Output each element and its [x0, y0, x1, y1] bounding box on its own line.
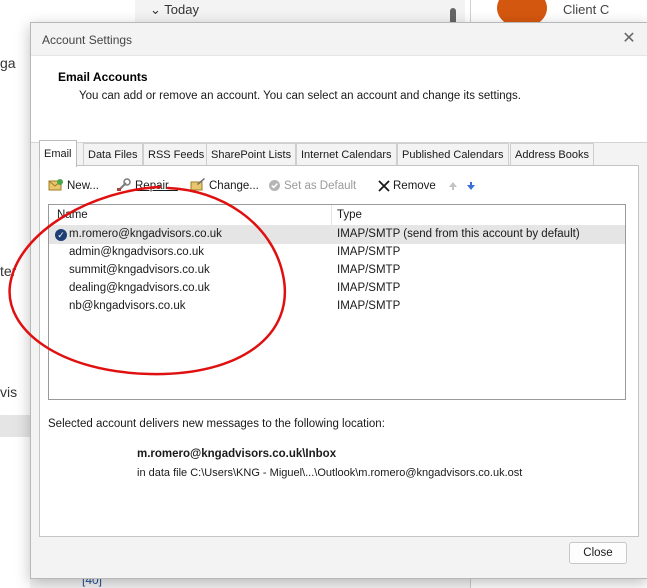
column-header-type[interactable]: Type	[337, 209, 362, 221]
column-header-name[interactable]: Name	[57, 209, 88, 221]
delivery-location-label: Selected account delivers new messages t…	[48, 418, 385, 430]
email-tab-panel: New... Repair... Change... Set as Defaul…	[39, 165, 639, 537]
account-name: dealing@kngadvisors.co.uk	[69, 282, 210, 294]
tab-strip: Email Data Files RSS Feeds SharePoint Li…	[39, 140, 639, 167]
repair-icon	[116, 178, 132, 198]
section-heading: Email Accounts	[58, 70, 148, 84]
tab-data-files[interactable]: Data Files	[83, 143, 143, 166]
account-type: IMAP/SMTP (send from this account by def…	[337, 228, 580, 240]
move-down-button[interactable]	[466, 177, 479, 195]
account-row[interactable]: dealing@kngadvisors.co.uk IMAP/SMTP	[49, 280, 625, 298]
tab-published-calendars[interactable]: Published Calendars	[397, 143, 509, 166]
remove-x-icon	[378, 180, 390, 198]
account-type: IMAP/SMTP	[337, 264, 401, 276]
account-settings-dialog: Account Settings ✕ Email Accounts You ca…	[30, 22, 647, 579]
remove-button[interactable]: Remove	[378, 177, 436, 195]
account-type: IMAP/SMTP	[337, 246, 401, 258]
account-name: admin@kngadvisors.co.uk	[69, 246, 205, 258]
check-circle-icon	[268, 179, 281, 198]
folder-fragment: vis	[0, 384, 18, 400]
column-separator[interactable]	[331, 205, 332, 225]
account-type: IMAP/SMTP	[337, 282, 401, 294]
close-button[interactable]: Close	[569, 542, 627, 564]
section-description: You can add or remove an account. You ca…	[79, 90, 521, 102]
tab-email[interactable]: Email	[39, 140, 77, 167]
account-row[interactable]: admin@kngadvisors.co.uk IMAP/SMTP	[49, 244, 625, 262]
delivery-folder-path: m.romero@kngadvisors.co.uk\Inbox	[137, 448, 337, 460]
tab-sharepoint-lists[interactable]: SharePoint Lists	[206, 143, 297, 166]
folder-selection	[0, 415, 30, 437]
account-row[interactable]: summit@kngadvisors.co.uk IMAP/SMTP	[49, 262, 625, 280]
change-icon	[190, 178, 206, 198]
tab-address-books[interactable]: Address Books	[510, 143, 594, 166]
contact-name: Client C	[563, 2, 610, 17]
dialog-titlebar: Account Settings ✕	[31, 23, 647, 55]
account-name: nb@kngadvisors.co.uk	[69, 300, 186, 312]
set-as-default-button[interactable]: Set as Default	[268, 177, 356, 195]
folder-fragment: ter	[0, 263, 17, 279]
dialog-title: Account Settings	[42, 33, 133, 47]
account-list[interactable]: Name Type ✓ m.romero@kngadvisors.co.uk I…	[48, 204, 626, 400]
account-row[interactable]: ✓ m.romero@kngadvisors.co.uk IMAP/SMTP (…	[49, 226, 625, 244]
account-toolbar: New... Repair... Change... Set as Defaul…	[48, 174, 630, 198]
account-name: m.romero@kngadvisors.co.uk	[69, 228, 222, 240]
list-header: Name Type	[49, 205, 625, 226]
arrow-up-icon	[448, 180, 458, 198]
change-button[interactable]: Change...	[190, 177, 259, 195]
new-account-button[interactable]: New...	[48, 177, 99, 195]
move-up-button[interactable]	[448, 177, 461, 195]
account-row[interactable]: nb@kngadvisors.co.uk IMAP/SMTP	[49, 298, 625, 316]
dialog-header: Email Accounts You can add or remove an …	[31, 55, 647, 143]
arrow-down-icon	[466, 180, 476, 198]
new-account-icon	[48, 178, 64, 198]
account-type: IMAP/SMTP	[337, 300, 401, 312]
folder-pane: ga ter vis	[0, 0, 30, 588]
folder-fragment: ga	[0, 55, 16, 71]
delivery-data-file-path: in data file C:\Users\KNG - Miguel\...\O…	[137, 467, 523, 479]
date-group-header: ⌄ Today	[135, 0, 465, 22]
close-icon[interactable]: ✕	[619, 29, 639, 49]
today-group-label: ⌄ Today	[150, 2, 199, 17]
tab-internet-calendars[interactable]: Internet Calendars	[296, 143, 397, 166]
tab-rss-feeds[interactable]: RSS Feeds	[143, 143, 210, 166]
repair-button[interactable]: Repair...	[116, 177, 178, 195]
default-account-check-icon: ✓	[55, 229, 67, 241]
account-name: summit@kngadvisors.co.uk	[69, 264, 210, 276]
